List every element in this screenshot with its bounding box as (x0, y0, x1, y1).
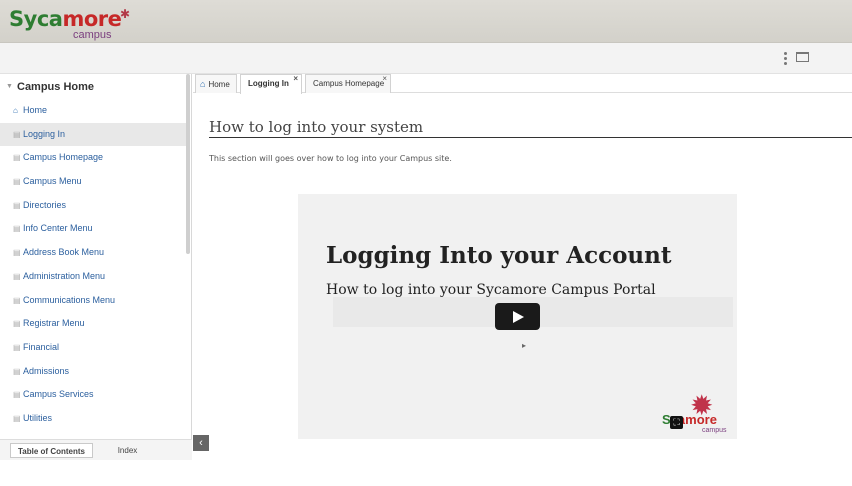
sidebar-item-label: Campus Menu (23, 176, 82, 187)
close-icon[interactable]: × (293, 70, 298, 88)
tab-home[interactable]: ⌂ Home (195, 74, 237, 93)
page-icon: ▤ (13, 366, 21, 376)
sidebar-item-label: Logging In (23, 128, 66, 139)
tab-table-of-contents[interactable]: Table of Contents (10, 443, 93, 458)
sidebar-header[interactable]: ▼ Campus Home (0, 76, 186, 98)
video-logo: ✹ Syamore ⛶ campus (662, 392, 737, 437)
page-icon: ▤ (13, 319, 21, 329)
page-icon: ▤ (13, 342, 21, 352)
page-icon: ▤ (13, 248, 21, 258)
mouse-cursor-icon: ▸ (522, 341, 527, 350)
page-icon: ▤ (13, 129, 21, 139)
sidebar-item-campus-homepage[interactable]: ▤ Campus Homepage (0, 146, 186, 170)
close-icon[interactable]: × (382, 70, 387, 88)
sidebar-item-label: Communications Menu (23, 294, 116, 305)
sidebar-item-info-center-menu[interactable]: ▤ Info Center Menu (0, 217, 186, 241)
tab-label: Campus Homepage (313, 79, 385, 88)
content-tabs: ⌂ Home Logging In × Campus Homepage × (193, 74, 852, 94)
page-icon: ▤ (13, 295, 21, 305)
sidebar-item-administration-menu[interactable]: ▤ Administration Menu (0, 265, 186, 289)
collapse-triangle-icon[interactable]: ▼ (6, 83, 13, 90)
sidebar-item-home[interactable]: ⌂ Home (0, 99, 186, 123)
tab-label: Logging In (248, 79, 289, 88)
logo-text-b: more (62, 7, 122, 31)
page-icon: ▤ (13, 413, 21, 423)
sidebar-item-utilities[interactable]: ▤ Utilities (0, 407, 186, 431)
page-title: How to log into your system (209, 117, 852, 138)
sidebar-title: Campus Home (17, 81, 95, 93)
sidebar-item-communications-menu[interactable]: ▤ Communications Menu (0, 289, 186, 313)
sidebar-item-campus-menu[interactable]: ▤ Campus Menu (0, 170, 186, 194)
chevron-left-icon[interactable]: ‹ (193, 435, 209, 451)
sidebar-list: ⌂ Home ▤ Logging In ▤ Campus Homepage ▤ Camp… (0, 99, 186, 431)
home-icon: ⌂ (13, 106, 18, 115)
page-icon: ▤ (13, 224, 21, 234)
sidebar-item-label: Utilities (23, 412, 53, 423)
page-icon: ▤ (13, 271, 21, 281)
tab-logging-in[interactable]: Logging In × (240, 74, 302, 94)
sidebar-tabs: Table of Contents Index (0, 439, 192, 460)
video-subtitle: How to log into your Sycamore Campus Por… (326, 282, 656, 298)
window-icon[interactable] (796, 52, 809, 62)
tab-index[interactable]: Index (100, 443, 155, 458)
page-icon: ▤ (13, 177, 21, 187)
sidebar-item-directories[interactable]: ▤ Directories (0, 194, 186, 218)
sidebar-item-label: Administration Menu (23, 270, 106, 281)
tab-campus-homepage[interactable]: Campus Homepage × (305, 74, 391, 93)
sidebar-item-financial[interactable]: ▤ Financial (0, 336, 186, 360)
sidebar-item-label: Directories (23, 199, 67, 210)
sidebar-item-address-book-menu[interactable]: ▤ Address Book Menu (0, 241, 186, 265)
sidebar-item-label: Campus Homepage (23, 152, 104, 163)
maple-leaf-icon: ✱ (120, 7, 131, 21)
video-logo-subtitle: campus (702, 427, 727, 434)
video-logo-text-b: amore (677, 412, 717, 427)
logo-text-a: Syca (9, 7, 63, 31)
app-header: Sycamore ✱ campus (0, 0, 852, 43)
sycamore-logo[interactable]: Sycamore ✱ campus (9, 6, 139, 41)
sidebar-item-label: Admissions (23, 365, 70, 376)
sidebar-item-registrar-menu[interactable]: ▤ Registrar Menu (0, 312, 186, 336)
page-icon: ▤ (13, 153, 21, 163)
sidebar: ▼ Campus Home ⌂ Home ▤ Logging In ▤ Campus … (0, 74, 192, 460)
sidebar-item-admissions[interactable]: ▤ Admissions (0, 360, 186, 384)
sidebar-item-label: Financial (23, 341, 60, 352)
page-icon: ▤ (13, 390, 21, 400)
sidebar-item-campus-services[interactable]: ▤ Campus Services (0, 383, 186, 407)
settings-icon[interactable]: ⛶ (670, 416, 683, 429)
play-button[interactable] (495, 303, 540, 330)
page-icon: ▤ (13, 200, 21, 210)
logo-subtitle: campus (73, 29, 112, 41)
page-description: This section will goes over how to log i… (209, 154, 452, 163)
top-toolbar (0, 43, 852, 74)
kebab-menu-icon[interactable] (784, 52, 788, 66)
sidebar-item-label: Home (23, 105, 48, 115)
sidebar-item-label: Address Book Menu (23, 247, 105, 258)
sidebar-item-logging-in[interactable]: ▤ Logging In (0, 122, 186, 147)
sidebar-scrollbar[interactable] (186, 74, 190, 254)
home-icon: ⌂ (200, 79, 206, 89)
video-title: Logging Into your Account (326, 242, 672, 269)
tab-label: Home (208, 80, 230, 89)
video-player[interactable]: Logging Into your Account How to log int… (298, 194, 737, 439)
sidebar-item-label: Registrar Menu (23, 318, 85, 329)
sidebar-item-label: Info Center Menu (23, 223, 93, 234)
sidebar-item-label: Campus Services (23, 389, 94, 400)
